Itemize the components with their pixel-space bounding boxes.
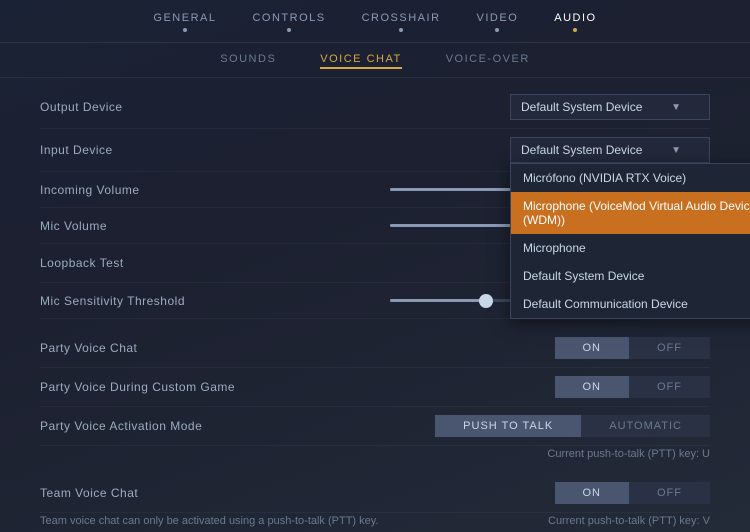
party-voice-chat-label: Party Voice Chat <box>40 341 137 355</box>
party-voice-off-btn[interactable]: Off <box>629 337 710 359</box>
output-device-value: Default System Device <box>521 100 642 114</box>
party-voice-custom-row: Party Voice During Custom Game On Off <box>40 368 710 407</box>
party-voice-activation-label: Party Voice Activation Mode <box>40 419 202 433</box>
dropdown-option-default-system[interactable]: Default System Device <box>511 262 750 290</box>
subnav-voice-over[interactable]: VOICE-OVER <box>446 53 530 69</box>
input-device-right: Default System Device ▼ Micrófono (NVIDI… <box>510 137 710 163</box>
party-voice-custom-label: Party Voice During Custom Game <box>40 380 235 394</box>
party-voice-custom-toggle: On Off <box>555 376 711 398</box>
dropdown-option-microphone[interactable]: Microphone <box>511 234 750 262</box>
subnav-sounds[interactable]: SOUNDS <box>220 53 276 69</box>
input-device-row: Input Device Default System Device ▼ Mic… <box>40 129 710 172</box>
party-ptt-note: Current push-to-talk (PTT) key: U <box>547 448 710 460</box>
input-device-dropdown-overlay: Micrófono (NVIDIA RTX Voice) Microphone … <box>510 163 750 319</box>
settings-area: Output Device Default System Device ▼ In… <box>0 78 750 531</box>
mic-sensitivity-thumb[interactable] <box>479 294 493 308</box>
party-voice-custom-on-btn[interactable]: On <box>555 376 630 398</box>
mic-sensitivity-fill <box>390 299 486 302</box>
loopback-test-label: Loopback Test <box>40 256 124 270</box>
output-device-arrow: ▼ <box>671 102 681 113</box>
party-voice-chat-row: Party Voice Chat On Off <box>40 329 710 368</box>
mic-sensitivity-label: Mic Sensitivity Threshold <box>40 294 185 308</box>
dropdown-option-nvidia[interactable]: Micrófono (NVIDIA RTX Voice) <box>511 164 750 192</box>
party-voice-custom-off-btn[interactable]: Off <box>629 376 710 398</box>
incoming-volume-label: Incoming Volume <box>40 183 140 197</box>
party-voice-activation-right: Push to Talk Automatic <box>435 415 710 437</box>
team-voice-on-btn[interactable]: On <box>555 482 630 504</box>
output-device-dropdown[interactable]: Default System Device ▼ <box>510 94 710 120</box>
input-device-dropdown[interactable]: Default System Device ▼ <box>510 137 710 163</box>
team-voice-note: Team voice chat can only be activated us… <box>40 515 379 527</box>
party-voice-chat-toggle: On Off <box>555 337 711 359</box>
sub-nav: SOUNDS VOICE CHAT VOICE-OVER <box>0 43 750 78</box>
party-voice-chat-right: On Off <box>555 337 711 359</box>
subnav-voice-chat[interactable]: VOICE CHAT <box>320 53 401 69</box>
party-voice-push-btn[interactable]: Push to Talk <box>435 415 581 437</box>
output-device-right: Default System Device ▼ <box>510 94 710 120</box>
team-voice-chat-row: Team Voice Chat On Off <box>40 474 710 513</box>
team-voice-off-btn[interactable]: Off <box>629 482 710 504</box>
top-nav: GENERAL CONTROLS CROSSHAIR VIDEO AUDIO <box>0 0 750 43</box>
party-voice-activation-toggle: Push to Talk Automatic <box>435 415 710 437</box>
party-voice-custom-right: On Off <box>555 376 711 398</box>
team-voice-chat-toggle: On Off <box>555 482 711 504</box>
party-voice-activation-row: Party Voice Activation Mode Push to Talk… <box>40 407 710 446</box>
team-voice-chat-right: On Off <box>555 482 711 504</box>
nav-controls[interactable]: CONTROLS <box>252 12 325 38</box>
mic-volume-label: Mic Volume <box>40 219 107 233</box>
input-device-arrow: ▼ <box>671 145 681 156</box>
nav-audio[interactable]: AUDIO <box>554 12 596 38</box>
party-voice-on-btn[interactable]: On <box>555 337 630 359</box>
nav-video[interactable]: VIDEO <box>477 12 519 38</box>
party-voice-auto-btn[interactable]: Automatic <box>581 415 710 437</box>
dropdown-option-voicemod[interactable]: Microphone (VoiceMod Virtual Audio Devic… <box>511 192 750 234</box>
input-device-value: Default System Device <box>521 143 642 157</box>
output-device-row: Output Device Default System Device ▼ <box>40 86 710 129</box>
input-device-label: Input Device <box>40 143 113 157</box>
nav-crosshair[interactable]: CROSSHAIR <box>362 12 441 38</box>
team-ptt-note: Current push-to-talk (PTT) key: V <box>548 515 710 527</box>
dropdown-option-default-comm[interactable]: Default Communication Device <box>511 290 750 318</box>
team-voice-chat-label: Team Voice Chat <box>40 486 138 500</box>
nav-general[interactable]: GENERAL <box>153 12 216 38</box>
output-device-label: Output Device <box>40 100 123 114</box>
